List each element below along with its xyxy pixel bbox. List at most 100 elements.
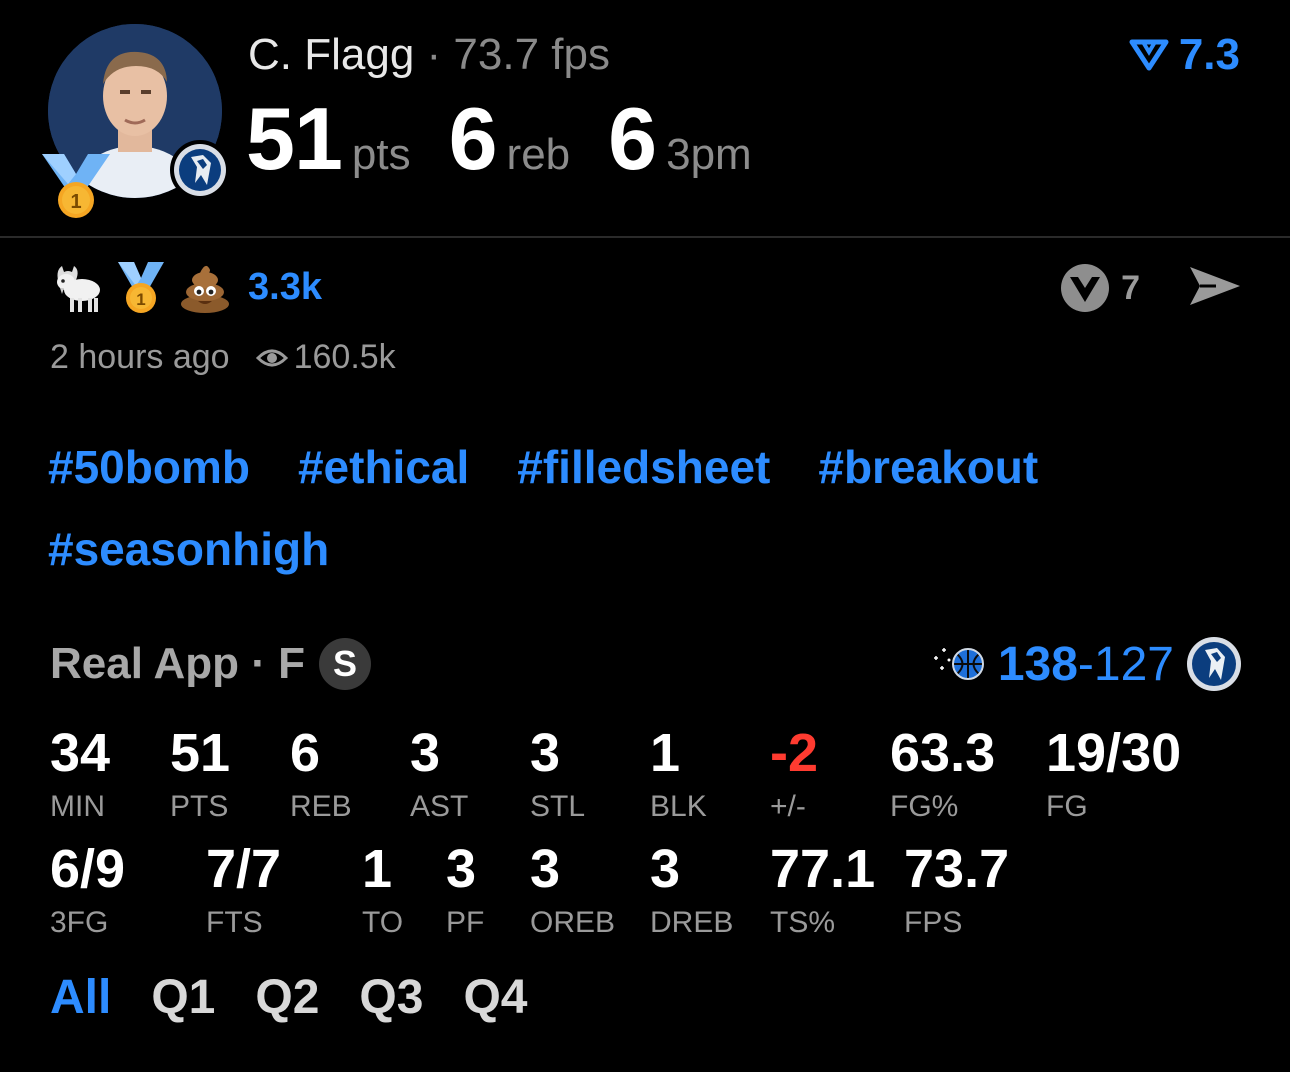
- tab-all[interactable]: All: [50, 970, 111, 1025]
- game-source-label: Real App · F: [50, 639, 306, 688]
- stat-fts: 7/7 FTS: [206, 842, 281, 940]
- stat-pts: 51 PTS: [170, 726, 230, 824]
- headline-stat-unit: pts: [351, 130, 411, 179]
- reaction-bar[interactable]: 1 3.3k: [48, 258, 322, 316]
- quarter-tabs: All Q1 Q2 Q3 Q4: [50, 970, 527, 1025]
- post-actions: 7: [1059, 262, 1244, 314]
- stat-fps: 73.7 FPS: [904, 842, 1009, 940]
- player-avatar-group[interactable]: 1: [42, 24, 230, 218]
- eye-icon: [255, 349, 288, 366]
- headline-stat-value: 6: [608, 89, 657, 188]
- stat-oreb: 3 OREB: [530, 842, 615, 940]
- stat-value: 3: [650, 839, 681, 899]
- stat-label: FG: [1046, 790, 1088, 823]
- hashtag[interactable]: #seasonhigh: [48, 522, 329, 576]
- vote-count: 7: [1121, 268, 1140, 307]
- svg-text:1: 1: [136, 290, 145, 309]
- stat-to: 1 TO: [362, 842, 403, 940]
- stat-plus-minus: -2 +/-: [770, 726, 818, 824]
- time-ago: 2 hours ago: [50, 338, 230, 376]
- stat-value: 34: [50, 723, 111, 783]
- score-home: 138: [997, 637, 1078, 691]
- game-score[interactable]: 138-127: [930, 636, 1242, 692]
- stat-value: 3: [530, 839, 561, 899]
- header-divider: [0, 236, 1290, 238]
- stat-label: FG%: [890, 790, 959, 823]
- player-name[interactable]: C. Flagg: [248, 30, 414, 79]
- status-badge: S: [319, 638, 372, 690]
- stat-label: +/-: [770, 790, 806, 823]
- vote-button[interactable]: 7: [1059, 262, 1174, 314]
- headline-stat-value: 6: [448, 89, 498, 188]
- stat-value: 63.3: [890, 723, 996, 783]
- headline-stat-unit: reb: [506, 130, 571, 179]
- medal-icon: 1: [38, 150, 116, 220]
- stat-label: OREB: [530, 906, 616, 939]
- headline-stat-value: 51: [246, 89, 343, 188]
- stat-value: 51: [170, 723, 231, 783]
- stat-label: REB: [290, 790, 352, 823]
- stat-min: 34 MIN: [50, 726, 110, 824]
- reaction-count[interactable]: 3.3k: [248, 266, 322, 309]
- title-separator: ·: [426, 30, 442, 79]
- stat-pf: 3 PF: [446, 842, 484, 940]
- stat-label: 3FG: [50, 906, 109, 939]
- rating-value: 7.3: [1178, 30, 1240, 79]
- rating-button[interactable]: 7.3: [1129, 30, 1240, 80]
- headline-stat-unit: 3pm: [666, 130, 752, 179]
- stat-ast: 3 AST: [410, 726, 468, 824]
- stat-label: FPS: [904, 906, 963, 939]
- player-title-line: C. Flagg · 73.7 fps: [248, 30, 610, 80]
- score-away: 127: [1093, 637, 1174, 691]
- team-logo-icon: [170, 140, 230, 200]
- stat-dreb: 3 DREB: [650, 842, 733, 940]
- stat-value: 1: [650, 723, 681, 783]
- hashtag[interactable]: #breakout: [818, 440, 1038, 494]
- score-dash: -: [1077, 637, 1094, 691]
- mavericks-team-logo-icon: [1187, 637, 1241, 691]
- post-meta: 2 hours ago 160.5k: [50, 338, 396, 377]
- stat-value: 19/30: [1046, 723, 1182, 783]
- stat-value: 77.1: [770, 839, 876, 899]
- hashtag[interactable]: #ethical: [298, 440, 469, 494]
- hashtag[interactable]: #50bomb: [48, 440, 250, 494]
- stat-label: MIN: [50, 790, 105, 823]
- headline-stats: 51 pts 6 reb 6 3pm: [246, 88, 790, 190]
- view-count: 160.5k: [293, 338, 396, 376]
- stat-label: TO: [362, 906, 404, 939]
- stat-value: 7/7: [206, 839, 282, 899]
- stat-value: 6/9: [50, 839, 126, 899]
- stat-label: PTS: [170, 790, 229, 823]
- stat-label: AST: [410, 790, 469, 823]
- rating-chevron-icon: [1129, 39, 1169, 71]
- poop-icon[interactable]: [176, 258, 234, 316]
- tab-q3[interactable]: Q3: [359, 970, 423, 1025]
- stat-label: TS%: [770, 906, 836, 939]
- stat-blk: 1 BLK: [650, 726, 707, 824]
- stat-value: 3: [530, 723, 561, 783]
- stat-label: STL: [530, 790, 586, 823]
- stat-value: -2: [770, 723, 819, 783]
- stat-label: DREB: [650, 906, 734, 939]
- hashtag[interactable]: #filledsheet: [517, 440, 770, 494]
- goat-icon[interactable]: [48, 258, 106, 316]
- stat-fg: 19/30 FG: [1046, 726, 1181, 824]
- stat-ts-pct: 77.1 TS%: [770, 842, 875, 940]
- tab-q4[interactable]: Q4: [463, 970, 527, 1025]
- medal-icon[interactable]: 1: [112, 258, 170, 316]
- stat-value: 73.7: [904, 839, 1010, 899]
- stat-fg-pct: 63.3 FG%: [890, 726, 995, 824]
- send-icon: [1190, 266, 1240, 305]
- svg-text:1: 1: [70, 191, 81, 213]
- stat-stl: 3 STL: [530, 726, 585, 824]
- tab-q1[interactable]: Q1: [151, 970, 215, 1025]
- share-button[interactable]: [1186, 263, 1244, 314]
- view-count-group: 160.5k: [255, 338, 396, 377]
- stat-label: PF: [446, 906, 485, 939]
- stat-3fg: 6/9 3FG: [50, 842, 125, 940]
- player-fps: 73.7 fps: [453, 30, 610, 79]
- stat-label: FTS: [206, 906, 263, 939]
- stat-value: 3: [446, 839, 477, 899]
- vote-logo-icon: [1061, 264, 1110, 312]
- tab-q2[interactable]: Q2: [255, 970, 319, 1025]
